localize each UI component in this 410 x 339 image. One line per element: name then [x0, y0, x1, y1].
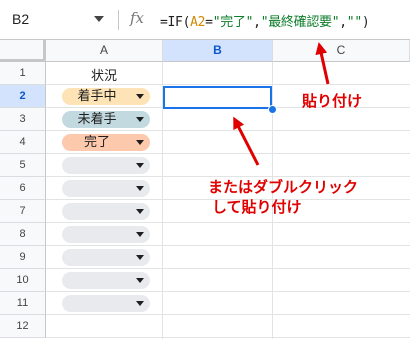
arrow-to-cell [233, 116, 260, 166]
arrow-to-formula [315, 42, 330, 85]
annotation-arrows [233, 42, 330, 166]
annotation-paste: 貼り付け [302, 92, 363, 110]
annotation-line1: またはダブルクリック [208, 178, 359, 196]
annotation-line2: して貼り付け [212, 198, 302, 216]
